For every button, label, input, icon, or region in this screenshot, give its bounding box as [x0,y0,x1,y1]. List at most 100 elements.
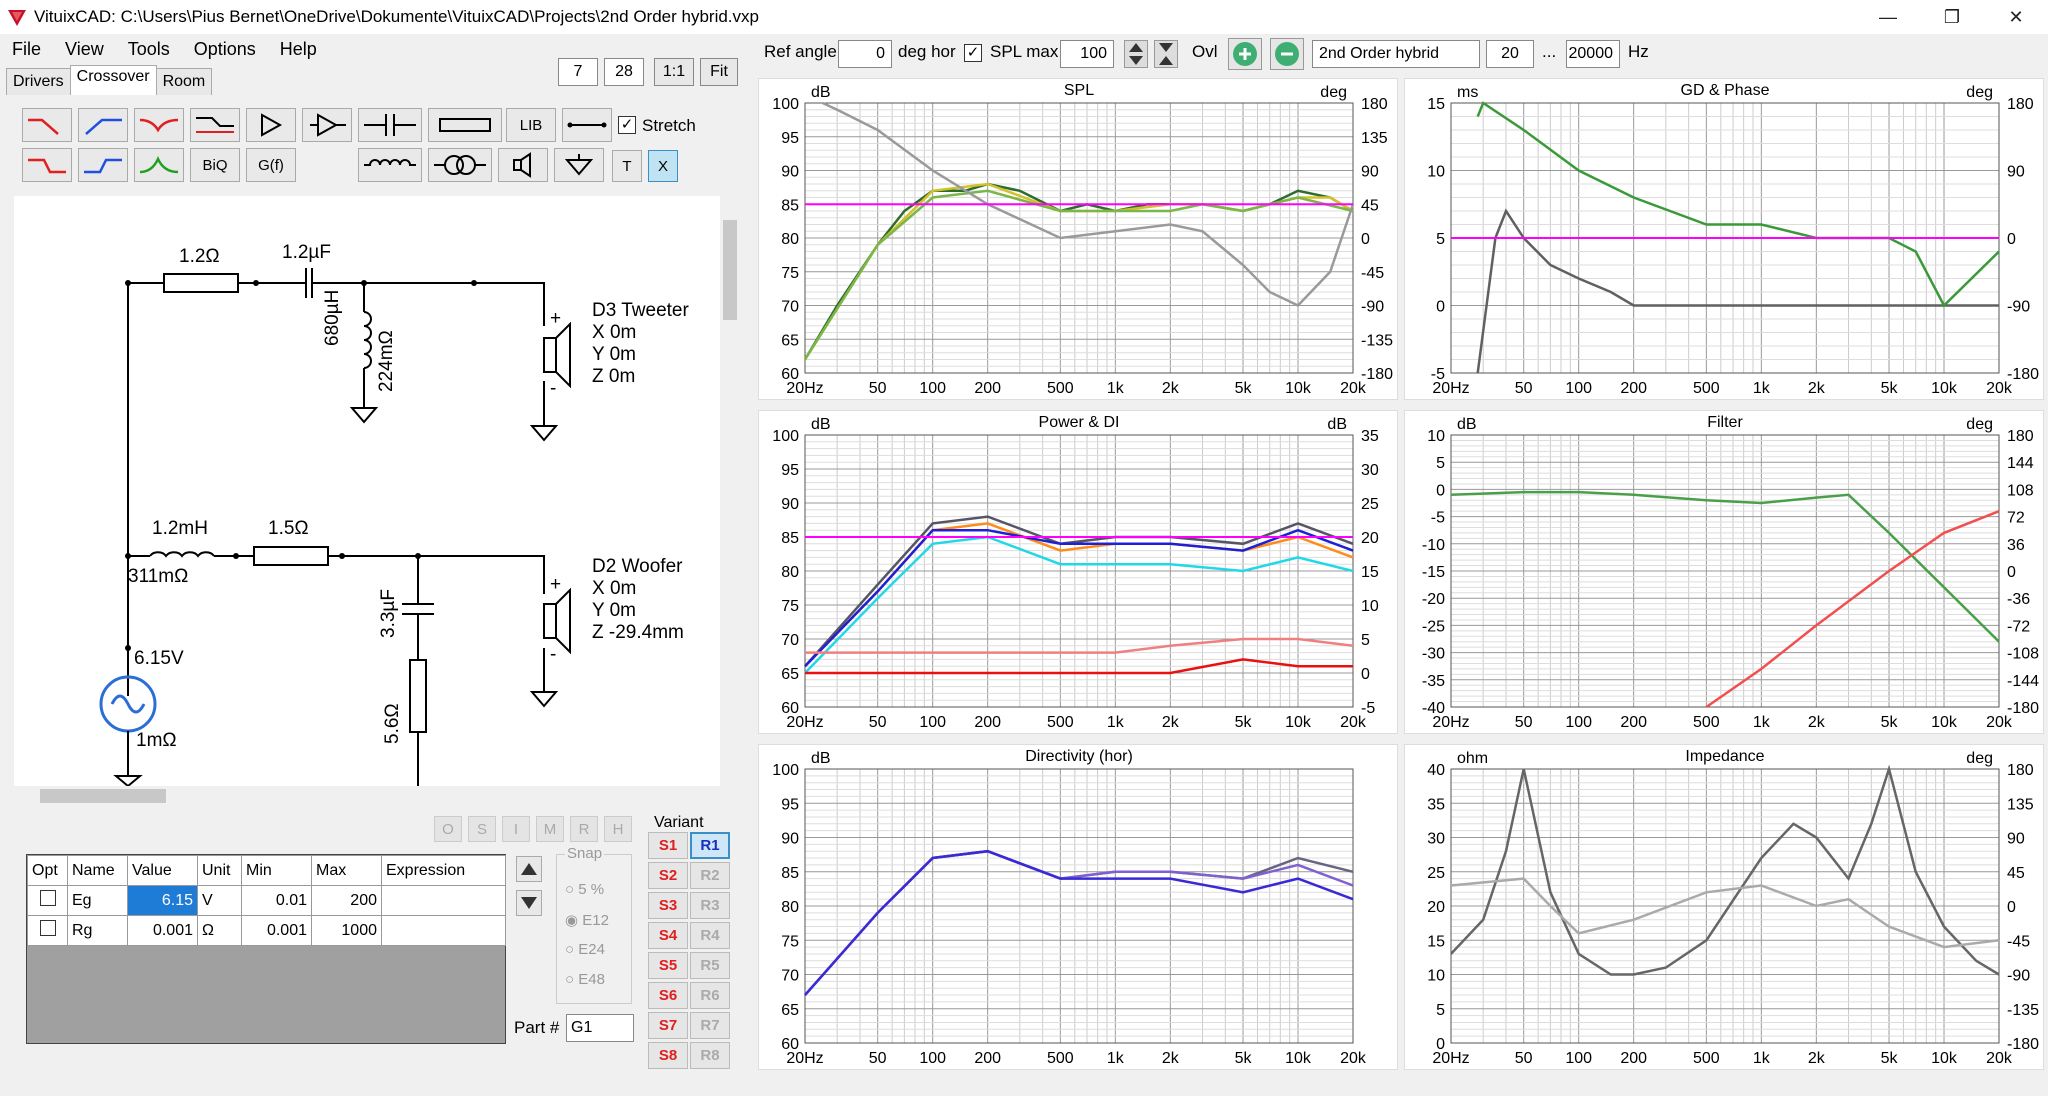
cell-unit[interactable]: Ω [197,915,242,946]
cell-value[interactable]: 6.15 [127,885,198,916]
schematic-horizontal-scrollbar[interactable] [14,786,720,806]
variant-s5-button[interactable]: S5 [648,952,688,979]
text-button[interactable]: T [612,150,642,182]
cell-expression[interactable] [381,915,506,946]
variant-r8-button[interactable]: R8 [690,1042,730,1069]
stretch-checkbox[interactable]: ✓ [618,116,636,134]
zoom-1-1-button[interactable]: 1:1 [654,58,694,86]
ref-angle-input[interactable]: 0 [838,40,892,68]
ground-button[interactable] [554,148,604,182]
variant-r1-button[interactable]: R1 [690,832,730,859]
part-input[interactable]: G1 [566,1014,634,1042]
variant-s6-button[interactable]: S6 [648,982,688,1009]
menu-tools[interactable]: Tools [116,39,182,60]
cell-name[interactable]: Rg [67,915,128,946]
variant-r6-button[interactable]: R6 [690,982,730,1009]
bandpass-green-button[interactable] [134,148,184,182]
transformer-button[interactable] [428,148,492,182]
variant-r3-button[interactable]: R3 [690,892,730,919]
capacitor-button[interactable] [358,108,422,142]
cell-value[interactable]: 0.001 [127,915,198,946]
resistor-button[interactable] [428,108,502,142]
buffer-button[interactable] [246,108,296,142]
tab-room[interactable]: Room [155,68,213,95]
schematic-canvas[interactable]: 1.2Ω 1.2µF 680µH 224mΩ + - D3 Tweeter X … [14,196,720,788]
variant-r5-button[interactable]: R5 [690,952,730,979]
menu-file[interactable]: File [0,39,53,60]
lowpass-red-button[interactable] [22,108,72,142]
minimize-button[interactable]: — [1856,0,1920,34]
driver-button[interactable] [498,148,548,182]
chart-panel-5[interactable]: 40 35 30 25 20 15 10 5 0 180 135 90 45 0 -45 -90 -135 -18… [1404,744,2044,1070]
restore-button[interactable]: ❐ [1920,0,1984,34]
zoom-fit-button[interactable]: Fit [700,58,738,86]
variant-r2-button[interactable]: R2 [690,862,730,889]
shelf-button[interactable] [190,108,240,142]
freq-low-input[interactable]: 20 [1486,40,1534,68]
cell-unit[interactable]: V [197,885,242,916]
table-row[interactable]: Rg 0.001 Ω 0.001 1000 [27,915,506,946]
menu-view[interactable]: View [53,39,116,60]
cell-max[interactable]: 1000 [311,915,382,946]
delete-button[interactable]: X [648,150,678,182]
tab-crossover[interactable]: Crossover [69,65,157,95]
variant-s8-button[interactable]: S8 [648,1042,688,1069]
chart-panel-4[interactable]: 100 95 90 85 80 75 70 65 60 20Hz 50 100 200 500 1k 2k 5k… [758,744,1398,1070]
chart-panel-2[interactable]: 100 95 90 85 80 75 70 65 60 35 30 25 20 15 10 5 0 -5 20Hz 5… [758,410,1398,734]
grid-x-input[interactable]: 7 [558,58,598,86]
cell-min[interactable]: 0.001 [241,915,312,946]
lowpass-red2-button[interactable] [22,148,72,182]
variant-s2-button[interactable]: S2 [648,862,688,889]
highpass-blue-button[interactable] [78,108,128,142]
cell-expression[interactable] [381,885,506,916]
variant-s4-button[interactable]: S4 [648,922,688,949]
inductor-button[interactable] [358,148,422,182]
overlay-name-input[interactable]: 2nd Order hybrid [1312,40,1480,68]
opt-checkbox[interactable] [40,890,56,906]
snap-e48[interactable]: ○ E48 [565,971,605,988]
move-down-button[interactable] [516,890,542,916]
move-up-button[interactable] [516,856,542,882]
optimizer-o-button[interactable]: O [434,816,462,842]
table-row[interactable]: Eg 6.15 V 0.01 200 [27,885,506,916]
spl-spin-button[interactable] [1124,40,1148,68]
chart-panel-0[interactable]: 100 95 90 85 80 75 70 65 60 180 135 90 45 0 -45 -90 -135… [758,78,1398,400]
biquad-button[interactable]: BiQ [190,148,240,182]
overlay-remove-button[interactable] [1270,38,1304,70]
freq-high-input[interactable]: 20000 [1566,40,1620,68]
spl-collapse-button[interactable] [1154,40,1178,68]
grid-y-input[interactable]: 28 [604,58,644,86]
bandstop-red-button[interactable] [134,108,184,142]
variant-s3-button[interactable]: S3 [648,892,688,919]
cell-max[interactable]: 200 [311,885,382,916]
optimizer-i-button[interactable]: I [502,816,530,842]
variant-r7-button[interactable]: R7 [690,1012,730,1039]
schematic-vertical-scrollbar[interactable] [720,196,740,786]
wire-button[interactable] [562,108,612,142]
tab-drivers[interactable]: Drivers [6,68,71,95]
spl-max-input[interactable]: 100 [1060,40,1114,68]
opt-checkbox[interactable] [40,920,56,936]
menu-help[interactable]: Help [268,39,329,60]
cell-min[interactable]: 0.01 [241,885,312,916]
lib-button[interactable]: LIB [506,108,556,142]
chart-panel-1[interactable]: 15 10 5 0 -5 180 90 0 -90 -180 20Hz 50 100 200 500 1k 2k… [1404,78,2044,400]
chart-panel-3[interactable]: 10 5 0 -5 -10 -15 -20 -25 -30 -35 -40 180 144 108 72 36… [1404,410,2044,734]
optimizer-r-button[interactable]: R [570,816,598,842]
highpass-blue2-button[interactable] [78,148,128,182]
overlay-add-button[interactable] [1228,38,1262,70]
variant-r4-button[interactable]: R4 [690,922,730,949]
snap-5pct[interactable]: ○ 5 % [565,881,604,898]
close-button[interactable]: ✕ [1984,0,2048,34]
variant-s1-button[interactable]: S1 [648,832,688,859]
cell-name[interactable]: Eg [67,885,128,916]
variant-s7-button[interactable]: S7 [648,1012,688,1039]
optimizer-s-button[interactable]: S [468,816,496,842]
optimizer-m-button[interactable]: M [536,816,564,842]
optimizer-h-button[interactable]: H [604,816,632,842]
opamp-button[interactable] [302,108,352,142]
spl-max-checkbox[interactable]: ✓ [964,44,982,62]
snap-e24[interactable]: ○ E24 [565,941,605,958]
transfer-function-button[interactable]: G(f) [246,148,296,182]
menu-options[interactable]: Options [182,39,268,60]
